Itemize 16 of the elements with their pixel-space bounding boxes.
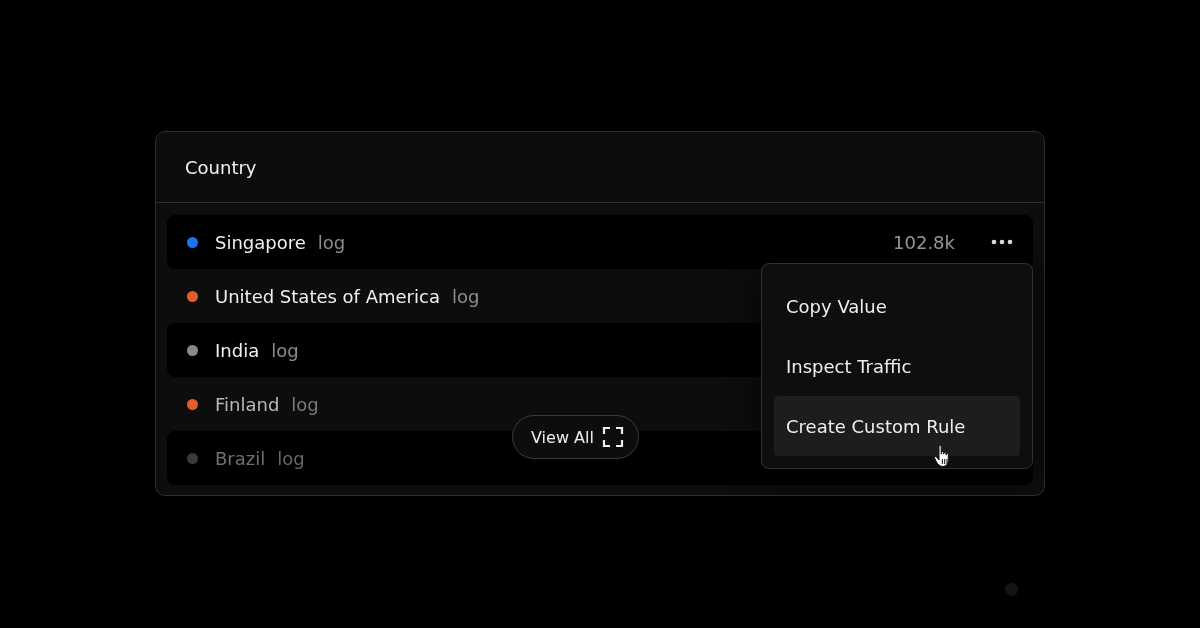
view-all-button[interactable]: View All	[512, 415, 639, 459]
log-label: log	[277, 447, 305, 469]
expand-icon	[601, 426, 624, 448]
more-icon[interactable]	[991, 239, 1013, 245]
log-label: log	[317, 231, 346, 253]
log-label: log	[451, 285, 480, 307]
log-label: log	[271, 339, 299, 361]
country-name: Brazil	[215, 447, 266, 469]
card-title: Country	[185, 156, 257, 178]
country-name: Finland	[215, 393, 280, 415]
country-name: India	[215, 339, 260, 361]
country-name: Singapore	[215, 231, 306, 253]
log-label: log	[291, 393, 319, 415]
count-value: 102.8k	[893, 231, 955, 253]
country-name: United States of America	[215, 285, 440, 307]
list-row[interactable]: Singapore log 102.8k	[167, 215, 1033, 269]
